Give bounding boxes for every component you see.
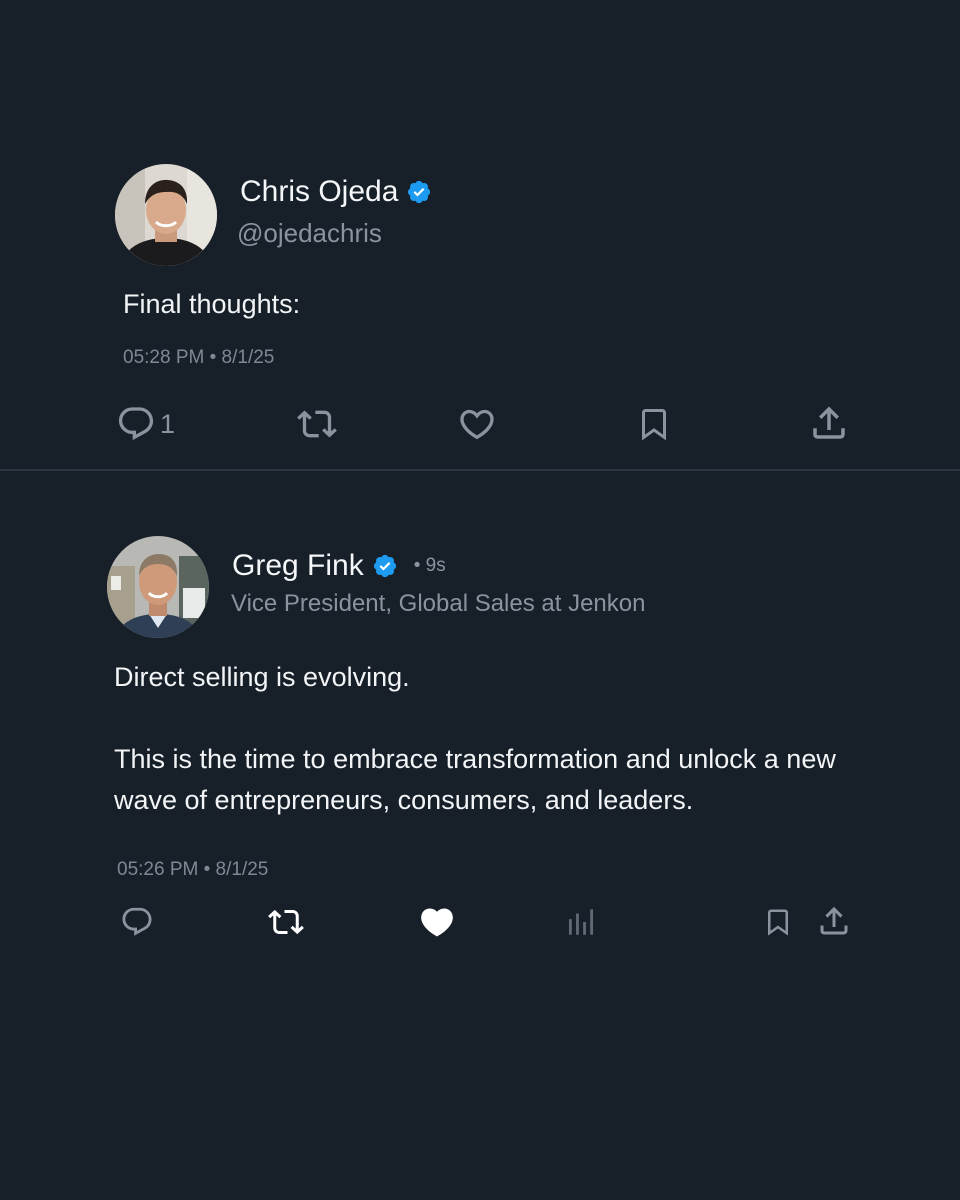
bookmark-button[interactable] (636, 404, 672, 444)
heart-filled-icon (421, 908, 453, 937)
reply-icon (122, 907, 152, 936)
avatar-photo (107, 536, 209, 638)
author-name[interactable]: Chris Ojeda (240, 175, 398, 209)
retweet-button[interactable] (267, 904, 305, 940)
retweet-button[interactable] (296, 404, 338, 444)
author-name[interactable]: Greg Fink (232, 549, 364, 583)
tweet-timestamp[interactable]: 05:26 PM • 8/1/25 (117, 859, 268, 881)
bookmark-button[interactable] (763, 905, 793, 939)
reply-count: 1 (160, 408, 176, 439)
like-button[interactable] (456, 404, 498, 444)
bookmark-icon (642, 409, 666, 441)
retweet-icon (268, 909, 304, 935)
analytics-icon (568, 909, 594, 935)
retweet-icon (297, 410, 337, 438)
share-icon (813, 406, 845, 439)
tweet-timestamp[interactable]: 05:28 PM • 8/1/25 (123, 347, 274, 369)
tweet-paragraph: Direct selling is evolving. (114, 662, 410, 692)
tweet-text: Direct selling is evolving. This is the … (114, 657, 854, 821)
author-name-row: Greg Fink • 9s (232, 549, 446, 583)
share-button[interactable] (808, 402, 850, 444)
reply-icon (118, 407, 154, 441)
tweet-card[interactable]: Chris Ojeda @ojedachris Final thoughts: … (0, 0, 960, 470)
share-button[interactable] (816, 903, 852, 939)
avatar-photo (115, 164, 217, 266)
like-button[interactable] (417, 903, 457, 941)
author-name-row: Chris Ojeda (240, 175, 432, 209)
bookmark-icon (768, 909, 788, 936)
heart-outline-icon (460, 409, 494, 440)
author-title: Vice President, Global Sales at Jenkon (231, 590, 646, 617)
tweet-paragraph: This is the time to embrace transformati… (114, 744, 836, 815)
reply-button[interactable] (120, 905, 154, 939)
reply-button[interactable]: 1 (116, 404, 175, 444)
avatar[interactable] (115, 164, 217, 266)
verified-badge-icon (372, 553, 398, 579)
tweet-card[interactable]: Greg Fink • 9s Vice President, Global Sa… (0, 471, 960, 1200)
tweet-text-line: Final thoughts: (123, 289, 301, 319)
tweet-text: Final thoughts: (123, 284, 300, 325)
views-button[interactable] (564, 905, 598, 939)
author-handle[interactable]: @ojedachris (237, 218, 382, 249)
share-icon (820, 906, 848, 935)
avatar[interactable] (107, 536, 209, 638)
time-ago[interactable]: • 9s (414, 555, 446, 577)
verified-badge-icon (406, 179, 432, 205)
